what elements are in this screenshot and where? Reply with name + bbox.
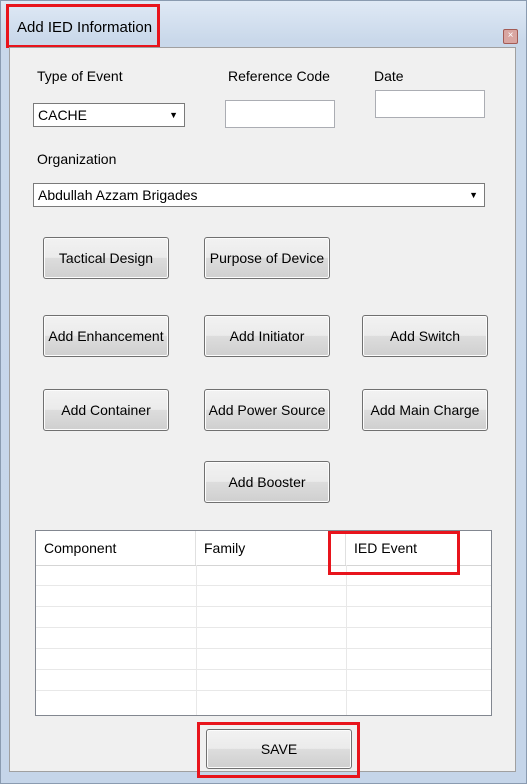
type-of-event-select[interactable]: CACHE ▼ [33, 103, 185, 127]
table-row[interactable] [36, 649, 491, 670]
chevron-down-icon: ▼ [469, 190, 478, 200]
title-highlight-box [6, 4, 160, 48]
table-row[interactable] [36, 586, 491, 607]
add-power-source-button[interactable]: Add Power Source [204, 389, 330, 431]
organization-select[interactable]: Abdullah Azzam Brigades ▼ [33, 183, 485, 207]
column-header-component[interactable]: Component [36, 531, 196, 565]
type-of-event-value: CACHE [38, 107, 88, 123]
add-main-charge-button[interactable]: Add Main Charge [362, 389, 488, 431]
date-label: Date [374, 68, 404, 84]
chevron-down-icon: ▼ [169, 110, 178, 120]
add-switch-button[interactable]: Add Switch [362, 315, 488, 357]
add-initiator-button[interactable]: Add Initiator [204, 315, 330, 357]
column-header-family[interactable]: Family [196, 531, 346, 565]
table-row[interactable] [36, 607, 491, 628]
table-row[interactable] [36, 628, 491, 649]
tactical-design-button[interactable]: Tactical Design [43, 237, 169, 279]
organization-value: Abdullah Azzam Brigades [38, 187, 198, 203]
add-container-button[interactable]: Add Container [43, 389, 169, 431]
date-input[interactable] [375, 90, 485, 118]
table-row[interactable] [36, 691, 491, 711]
purpose-of-device-button[interactable]: Purpose of Device [204, 237, 330, 279]
ied-event-highlight-box [328, 531, 460, 575]
type-of-event-label: Type of Event [37, 68, 123, 84]
reference-code-label: Reference Code [228, 68, 330, 84]
organization-label: Organization [37, 151, 117, 167]
save-highlight-box [197, 722, 360, 778]
close-icon[interactable]: × [503, 29, 518, 44]
add-enhancement-button[interactable]: Add Enhancement [43, 315, 169, 357]
table-row[interactable] [36, 670, 491, 691]
add-booster-button[interactable]: Add Booster [204, 461, 330, 503]
reference-code-input[interactable] [225, 100, 335, 128]
